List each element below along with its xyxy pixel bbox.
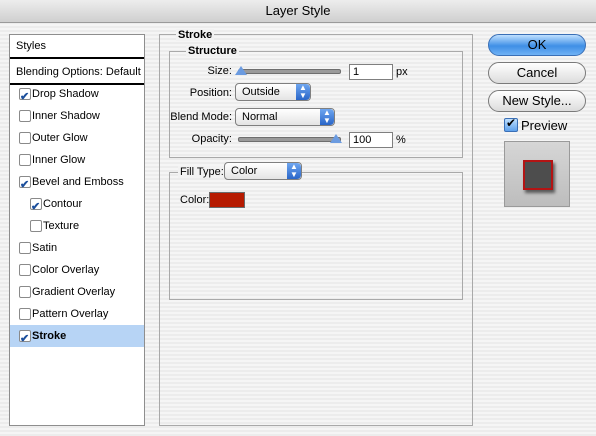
fill-type-label: Fill Type:	[178, 166, 226, 178]
style-item-color-overlay[interactable]: Color Overlay	[10, 259, 144, 281]
style-item-label: Outer Glow	[32, 132, 88, 144]
style-checkbox[interactable]	[30, 196, 42, 218]
position-value: Outside	[242, 86, 280, 98]
position-select[interactable]: Outside ▲ ▼	[235, 83, 311, 101]
style-checkbox[interactable]	[19, 308, 31, 320]
color-label: Color:	[180, 194, 210, 206]
styles-header[interactable]: Styles	[10, 35, 144, 59]
style-item-texture[interactable]: Texture	[10, 215, 144, 237]
style-item-drop-shadow[interactable]: Drop Shadow	[10, 83, 144, 108]
popup-arrows-icon: ▲ ▼	[296, 84, 310, 100]
style-item-outer-glow[interactable]: Outer Glow	[10, 127, 144, 149]
preview-label: Preview	[521, 118, 568, 133]
style-item-label: Contour	[43, 198, 83, 210]
window-title: Layer Style	[0, 0, 596, 23]
style-item-label: Drop Shadow	[32, 88, 99, 100]
style-item-label: Pattern Overlay	[32, 308, 109, 320]
opacity-input[interactable]: 100	[349, 132, 393, 148]
style-item-gradient-overlay[interactable]: Gradient Overlay	[10, 281, 144, 303]
style-item-inner-shadow[interactable]: Inner Shadow	[10, 105, 144, 127]
style-item-bevel-and-emboss[interactable]: Bevel and Emboss	[10, 171, 144, 196]
styles-list: Styles Blending Options: Default Drop Sh…	[9, 34, 145, 426]
style-item-label: Inner Glow	[32, 154, 86, 166]
blending-options-item[interactable]: Blending Options: Default	[10, 61, 144, 85]
popup-arrows-icon: ▲ ▼	[320, 109, 334, 125]
style-checkbox[interactable]	[19, 286, 31, 298]
style-item-label: Texture	[43, 220, 80, 232]
size-label: Size:	[207, 65, 232, 77]
new-style-button[interactable]: New Style...	[488, 90, 586, 112]
style-item-label: Color Overlay	[32, 264, 100, 276]
style-checkbox[interactable]	[30, 220, 42, 232]
size-unit: px	[396, 66, 408, 78]
style-item-satin[interactable]: Satin	[10, 237, 144, 259]
style-item-label: Inner Shadow	[32, 110, 100, 122]
style-checkbox[interactable]	[19, 154, 31, 166]
style-item-label: Satin	[32, 242, 58, 254]
style-item-inner-glow[interactable]: Inner Glow	[10, 149, 144, 171]
preview-checkbox[interactable]	[504, 116, 518, 132]
style-item-label: Gradient Overlay	[32, 286, 116, 298]
style-item-label: Bevel and Emboss	[32, 176, 124, 188]
size-slider-track[interactable]	[238, 69, 341, 74]
style-item-label: Stroke	[32, 330, 67, 342]
preview-square-icon	[523, 160, 553, 190]
style-item-contour[interactable]: Contour	[10, 193, 144, 218]
popup-arrows-icon: ▲ ▼	[287, 163, 301, 179]
opacity-unit: %	[396, 134, 406, 146]
style-item-pattern-overlay[interactable]: Pattern Overlay	[10, 303, 144, 325]
opacity-slider-track[interactable]	[238, 137, 341, 142]
blend-mode-select[interactable]: Normal ▲ ▼	[235, 108, 335, 126]
blend-mode-label: Blend Mode:	[170, 111, 232, 123]
cancel-button[interactable]: Cancel	[488, 62, 586, 84]
opacity-slider-thumb[interactable]	[330, 134, 342, 143]
opacity-label: Opacity:	[191, 133, 232, 145]
style-item-stroke[interactable]: Stroke	[10, 325, 144, 350]
blend-mode-value: Normal	[242, 111, 278, 123]
size-slider-thumb[interactable]	[235, 66, 247, 75]
style-checkbox[interactable]	[19, 132, 31, 144]
style-checkbox[interactable]	[19, 174, 31, 196]
style-checkbox[interactable]	[19, 264, 31, 276]
fill-type-select[interactable]: Color ▲ ▼	[224, 162, 302, 180]
style-preview-thumbnail	[504, 141, 570, 207]
style-checkbox[interactable]	[19, 242, 31, 254]
stroke-section-title: Stroke	[176, 29, 215, 41]
structure-group-title: Structure	[186, 45, 239, 57]
style-checkbox[interactable]	[19, 86, 31, 108]
ok-button[interactable]: OK	[488, 34, 586, 56]
size-input[interactable]: 1	[349, 64, 393, 80]
color-swatch[interactable]	[209, 192, 245, 208]
position-label: Position:	[189, 87, 232, 99]
style-checkbox[interactable]	[19, 328, 31, 350]
fill-type-value: Color	[231, 165, 258, 177]
style-checkbox[interactable]	[19, 110, 31, 122]
